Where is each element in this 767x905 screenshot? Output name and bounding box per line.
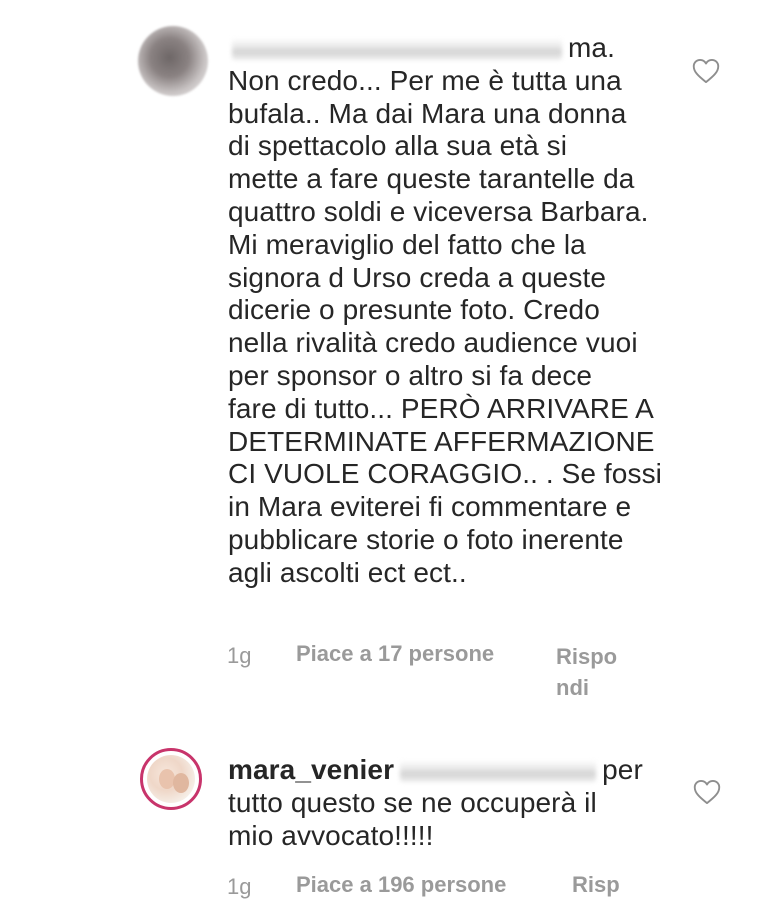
comment-line: agli ascolti ect ect.. (228, 556, 467, 588)
comment-text: ma. Non credo... Per me è tutta una bufa… (228, 32, 668, 590)
comment-line: bufala.. Ma dai Mara una donna (228, 97, 627, 129)
comment-line: fare di tutto... PERÒ ARRIVARE A (228, 392, 654, 424)
comment-line: Non credo... Per me è tutta una (228, 64, 622, 96)
comment-line: CI VUOLE CORAGGIO.. . Se fossi (228, 458, 662, 490)
avatar-image (147, 755, 195, 803)
heart-outline-icon[interactable] (693, 779, 721, 805)
username-link[interactable]: mara_venier (228, 754, 394, 785)
comment-line: mio avvocato!!!!! (228, 819, 434, 851)
comment-timestamp: 1g (227, 643, 252, 668)
comment-text: mara_venier per tutto questo se ne occupe… (228, 754, 668, 852)
redacted-username[interactable] (232, 38, 562, 60)
comment-line: tutto questo se ne occuperà il (228, 786, 597, 818)
comment-line: pubblicare storie o foto inerente (228, 523, 624, 555)
avatar-face (173, 773, 189, 793)
comment-line: Mi meraviglio del fatto che la (228, 228, 586, 260)
comment-line: per sponsor o altro si fa dece (228, 359, 593, 391)
commenter-avatar[interactable] (138, 26, 208, 96)
comment-line: signora d Urso creda a queste (228, 261, 607, 293)
reply-button[interactable]: Rispo ndi (556, 641, 626, 703)
comment-timestamp: 1g (227, 874, 252, 899)
comment-line: di spettacolo alla sua età si (228, 130, 568, 162)
mara-venier-avatar[interactable] (140, 748, 202, 810)
likes-count-link[interactable]: Piace a 196 persone (296, 872, 506, 898)
comment-line: dicerie o presunte foto. Credo (228, 294, 600, 326)
comment-first-line: mara_venier per (228, 754, 668, 787)
comment-line: nella rivalità credo audience vuoi (228, 327, 638, 359)
comment-first-line: ma. (228, 32, 668, 65)
redacted-mention[interactable] (400, 760, 597, 782)
comment-line: quattro soldi e viceversa Barbara. (228, 195, 649, 227)
heart-outline-icon[interactable] (692, 58, 720, 84)
comment-text-start: per (602, 754, 643, 785)
comment-line: DETERMINATE AFFERMAZIONE (228, 425, 655, 457)
reply-button[interactable]: Risp (572, 872, 620, 898)
comment-line: mette a fare queste tarantelle da (228, 163, 635, 195)
comment-line: in Mara eviterei fi commentare e (228, 491, 632, 523)
username-suffix: ma. (568, 32, 615, 63)
likes-count-link[interactable]: Piace a 17 persone (296, 641, 494, 667)
